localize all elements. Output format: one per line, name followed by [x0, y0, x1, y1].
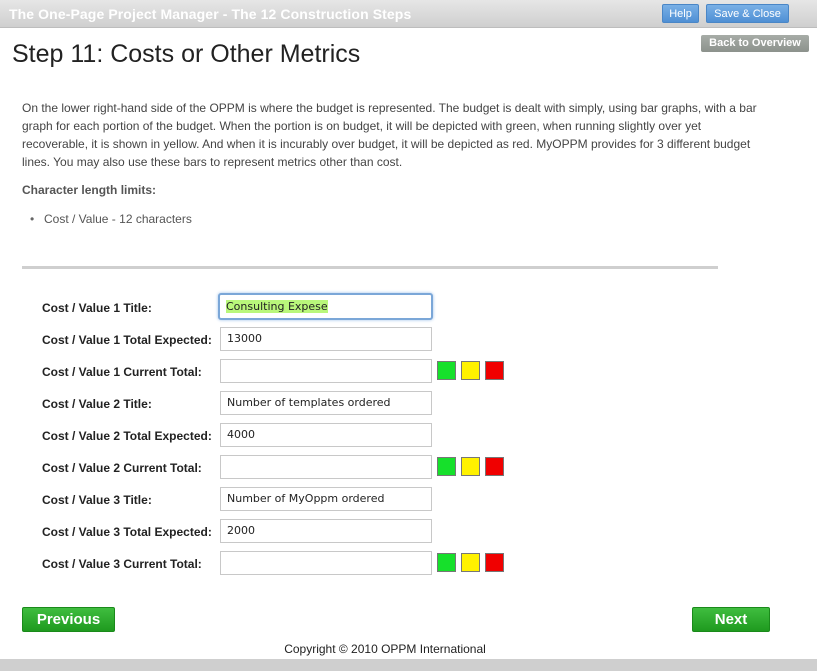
cost-value-1-current-label: Cost / Value 1 Current Total: [42, 365, 202, 379]
back-to-overview-button[interactable]: Back to Overview [701, 35, 809, 52]
section-divider [22, 266, 718, 269]
status-yellow-swatch[interactable] [461, 457, 480, 476]
cost-value-3-title-label: Cost / Value 3 Title: [42, 493, 152, 507]
previous-button[interactable]: Previous [22, 607, 115, 632]
cost-value-2-expected-input[interactable]: 4000 [220, 423, 432, 447]
cost-value-3-current-label: Cost / Value 3 Current Total: [42, 557, 202, 571]
cost-value-1-title-label: Cost / Value 1 Title: [42, 301, 152, 315]
cost-value-3-expected-row: Cost / Value 3 Total Expected: 2000 [0, 519, 817, 545]
cost-value-2-expected-row: Cost / Value 2 Total Expected: 4000 [0, 423, 817, 449]
page-title: Step 11: Costs or Other Metrics [12, 40, 361, 68]
cost-value-3-expected-label: Cost / Value 3 Total Expected: [42, 525, 212, 539]
cost-value-3-title-input[interactable]: Number of MyOppm ordered [220, 487, 432, 511]
status-yellow-swatch[interactable] [461, 361, 480, 380]
cost-value-1-expected-label: Cost / Value 1 Total Expected: [42, 333, 212, 347]
intro-paragraph: On the lower right-hand side of the OPPM… [22, 101, 757, 169]
character-limit-item: Cost / Value - 12 characters [30, 212, 192, 226]
cost-value-2-current-label: Cost / Value 2 Current Total: [42, 461, 202, 475]
status-yellow-swatch[interactable] [461, 553, 480, 572]
cost-value-1-expected-row: Cost / Value 1 Total Expected: 13000 [0, 327, 817, 353]
title-bar: The One-Page Project Manager - The 12 Co… [0, 0, 817, 28]
cost-value-1-current-row: Cost / Value 1 Current Total: [0, 359, 817, 385]
next-button[interactable]: Next [692, 607, 770, 632]
status-red-swatch[interactable] [485, 457, 504, 476]
character-limits-list: Cost / Value - 12 characters [30, 212, 192, 226]
cost-value-3-title-row: Cost / Value 3 Title: Number of MyOppm o… [0, 487, 817, 513]
save-close-button[interactable]: Save & Close [706, 4, 789, 23]
cost-value-2-title-label: Cost / Value 2 Title: [42, 397, 152, 411]
bottom-bar [0, 659, 817, 671]
cost-value-1-title-input[interactable]: Consulting Expese [218, 293, 433, 320]
status-green-swatch[interactable] [437, 553, 456, 572]
character-limits-heading: Character length limits: [22, 183, 157, 197]
cost-value-3-current-input[interactable] [220, 551, 432, 575]
copyright-text: Copyright © 2010 OPPM International [284, 642, 486, 656]
cost-value-2-expected-label: Cost / Value 2 Total Expected: [42, 429, 212, 443]
status-red-swatch[interactable] [485, 553, 504, 572]
cost-value-2-current-row: Cost / Value 2 Current Total: [0, 455, 817, 481]
status-green-swatch[interactable] [437, 361, 456, 380]
cost-value-1-title-row: Cost / Value 1 Title: Consulting Expese [0, 293, 817, 321]
cost-value-1-expected-input[interactable]: 13000 [220, 327, 432, 351]
cost-value-2-title-row: Cost / Value 2 Title: Number of template… [0, 391, 817, 417]
status-red-swatch[interactable] [485, 361, 504, 380]
cost-value-1-current-input[interactable] [220, 359, 432, 383]
status-green-swatch[interactable] [437, 457, 456, 476]
help-button[interactable]: Help [662, 4, 699, 23]
cost-value-1-title-value: Consulting Expese [226, 300, 328, 313]
cost-value-3-current-row: Cost / Value 3 Current Total: [0, 551, 817, 577]
app-title: The One-Page Project Manager - The 12 Co… [9, 6, 412, 22]
cost-value-2-title-input[interactable]: Number of templates ordered [220, 391, 432, 415]
cost-value-2-current-input[interactable] [220, 455, 432, 479]
cost-value-3-expected-input[interactable]: 2000 [220, 519, 432, 543]
